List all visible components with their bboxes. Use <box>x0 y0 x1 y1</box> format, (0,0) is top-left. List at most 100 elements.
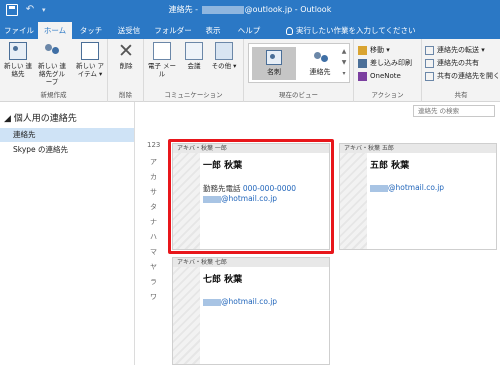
group-new: 新しい 連絡先 新しい 連絡先グループ 新しい アイテム ▾ 新規作成 <box>0 39 108 102</box>
selection-highlight <box>168 139 334 254</box>
business-card-icon <box>266 50 282 65</box>
view-gallery: 名刺 連絡先 ▲ ▼ ▾ <box>248 43 350 83</box>
alpha-index-wa[interactable]: ワ <box>150 292 157 302</box>
ribbon: 新しい 連絡先 新しい 連絡先グループ 新しい アイテム ▾ 新規作成 ✕ 削除 … <box>0 39 500 102</box>
alpha-index-na[interactable]: ナ <box>150 217 157 227</box>
alpha-index-123[interactable]: 123 <box>147 141 160 149</box>
meeting-button[interactable]: 会議 <box>178 42 210 70</box>
mail-merge-button[interactable]: 差し込み印刷 <box>358 58 412 68</box>
share-contacts-label: 連絡先の共有 <box>437 59 479 67</box>
group-new-label: 新規作成 <box>40 91 67 99</box>
alpha-index-ra[interactable]: ラ <box>150 277 157 287</box>
more-icon <box>215 42 233 60</box>
email-domain: @hotmail.co.jp <box>221 297 278 306</box>
onenote-button[interactable]: OneNote <box>358 71 401 81</box>
contact-photo-placeholder <box>173 267 200 364</box>
view-business-card-label: 名刺 <box>267 68 281 76</box>
new-items-label: 新しい アイテム ▾ <box>75 62 105 78</box>
share-contacts-button[interactable]: 連絡先の共有 <box>425 58 479 68</box>
gallery-scroll[interactable]: ▲ ▼ ▾ <box>340 46 348 80</box>
new-contact-button[interactable]: 新しい 連絡先 <box>2 42 34 78</box>
meeting-icon <box>185 42 203 60</box>
open-shared-contacts-label: 共有の連絡先を開く <box>437 72 500 80</box>
forward-contact-icon <box>425 45 434 55</box>
contact-card[interactable]: アキバ・秋葉 五郎 五郎 秋葉 @hotmail.co.jp <box>339 143 497 250</box>
group-actions-label: アクション <box>371 91 404 99</box>
group-share-label: 共有 <box>454 91 468 99</box>
group-delete-label: 削除 <box>119 91 132 99</box>
card-email[interactable]: @hotmail.co.jp <box>203 297 277 306</box>
open-shared-contacts-button[interactable]: 共有の連絡先を開く <box>425 71 500 81</box>
move-label: 移動 ▾ <box>370 46 390 54</box>
forward-contact-label: 連絡先の転送 ▾ <box>437 46 485 54</box>
redacted-email-mask <box>203 298 221 306</box>
mail-merge-label: 差し込み印刷 <box>370 59 412 67</box>
alpha-index-ta[interactable]: タ <box>150 202 157 212</box>
delete-button[interactable]: ✕ 削除 <box>110 42 142 71</box>
share-contacts-icon <box>425 58 434 68</box>
alpha-index-sa[interactable]: サ <box>150 187 157 197</box>
contact-photo-placeholder <box>340 153 367 249</box>
move-icon <box>358 45 367 55</box>
group-actions: 移動 ▾ 差し込み印刷 OneNote アクション <box>354 39 422 102</box>
redacted-email-mask <box>201 5 244 14</box>
alpha-index-ma[interactable]: マ <box>150 247 157 257</box>
group-share: 連絡先の転送 ▾ 連絡先の共有 共有の連絡先を開く 共有 <box>422 39 500 102</box>
group-current-view-label: 現在のビュー <box>279 91 318 99</box>
move-button[interactable]: 移動 ▾ <box>358 45 390 55</box>
title-bar: ↶ ▾ 連絡先 - @outlook.jp - Outlook <box>0 0 500 22</box>
people-icon <box>43 42 61 60</box>
mail-merge-icon <box>358 58 367 68</box>
tab-touch[interactable]: タッチ <box>74 22 108 39</box>
group-delete: ✕ 削除 削除 <box>108 39 144 102</box>
view-business-card[interactable]: 名刺 <box>252 47 296 80</box>
collapse-chevron-icon: ◢ <box>4 114 14 124</box>
alpha-index-ya[interactable]: ヤ <box>150 262 157 272</box>
alpha-index-a[interactable]: ア <box>150 157 157 167</box>
email-icon <box>153 42 171 60</box>
new-contact-group-button[interactable]: 新しい 連絡先グループ <box>36 42 68 86</box>
tab-folder[interactable]: フォルダー <box>150 22 196 39</box>
more-button[interactable]: その他 ▾ <box>208 42 240 70</box>
new-items-icon <box>81 42 99 60</box>
lightbulb-icon <box>286 27 293 35</box>
contact-card[interactable]: アキバ・秋葉 七郎 七郎 秋葉 @hotmail.co.jp <box>172 257 330 365</box>
tab-help[interactable]: ヘルプ <box>232 22 266 39</box>
window-title-prefix: 連絡先 - <box>168 5 201 14</box>
group-current-view: 名刺 連絡先 ▲ ▼ ▾ 現在のビュー <box>244 39 354 102</box>
alpha-index-ka[interactable]: カ <box>150 172 157 182</box>
my-contacts-header[interactable]: ◢ 個人用の連絡先 <box>4 111 77 124</box>
contact-card-icon <box>9 42 27 60</box>
alpha-index-ha[interactable]: ハ <box>150 232 157 242</box>
ribbon-tabs: ファイル ホーム タッチ 送受信 フォルダー 表示 ヘルプ 実行したい作業を入力… <box>0 22 500 39</box>
card-header: アキバ・秋葉 五郎 <box>340 144 496 153</box>
view-contacts[interactable]: 連絡先 <box>298 47 342 80</box>
tab-home[interactable]: ホーム <box>38 22 72 39</box>
card-header: アキバ・秋葉 七郎 <box>173 258 329 267</box>
tab-send-receive[interactable]: 送受信 <box>110 22 148 39</box>
email-domain: @hotmail.co.jp <box>388 183 445 192</box>
meeting-label: 会議 <box>187 62 201 70</box>
new-contact-group-label: 新しい 連絡先グループ <box>37 62 67 86</box>
more-label: その他 ▾ <box>211 62 237 70</box>
contacts-search-input[interactable]: 連絡先 の検索 <box>413 105 495 117</box>
new-items-button[interactable]: 新しい アイテム ▾ <box>74 42 106 78</box>
nav-item-skype-contacts[interactable]: Skype の連絡先 <box>0 143 134 157</box>
card-email[interactable]: @hotmail.co.jp <box>370 183 444 192</box>
redacted-email-mask <box>370 184 388 192</box>
new-contact-label: 新しい 連絡先 <box>3 62 33 78</box>
tell-me-text: 実行したい作業を入力してください <box>296 26 416 35</box>
tab-file[interactable]: ファイル <box>2 22 36 39</box>
card-name: 五郎 秋葉 <box>370 161 410 171</box>
folder-pane: ◢ 個人用の連絡先 連絡先 Skype の連絡先 <box>0 102 135 365</box>
nav-item-contacts[interactable]: 連絡先 <box>0 128 134 142</box>
email-button[interactable]: 電子 メール <box>146 42 178 78</box>
delete-label: 削除 <box>119 62 133 70</box>
tab-view[interactable]: 表示 <box>198 22 228 39</box>
my-contacts-title: 個人用の連絡先 <box>13 114 77 124</box>
open-shared-contacts-icon <box>425 71 434 81</box>
card-name: 七郎 秋葉 <box>203 275 243 285</box>
onenote-label: OneNote <box>370 72 401 80</box>
tell-me-box[interactable]: 実行したい作業を入力してください <box>286 22 416 39</box>
forward-contact-button[interactable]: 連絡先の転送 ▾ <box>425 45 485 55</box>
